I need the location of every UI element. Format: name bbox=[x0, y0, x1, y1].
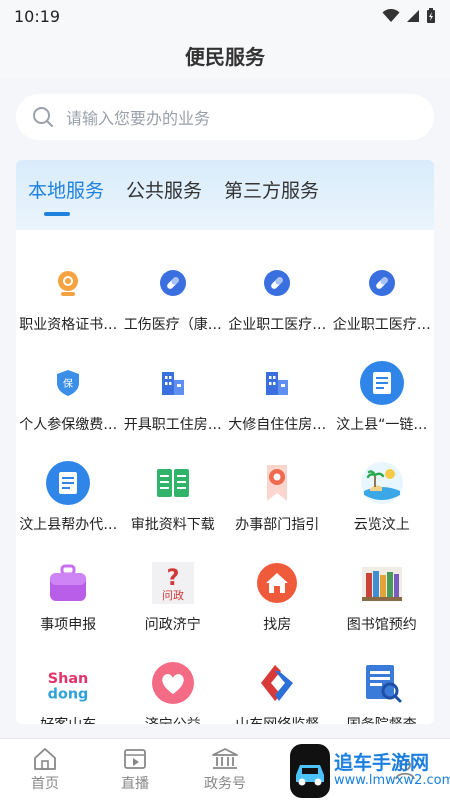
service-item[interactable]: 济宁公益 bbox=[121, 640, 226, 724]
car-logo-icon bbox=[290, 744, 330, 798]
home-icon bbox=[34, 747, 56, 770]
service-label: 个人参保缴费… bbox=[19, 417, 118, 433]
service-label: 办事部门指引 bbox=[235, 517, 320, 533]
house-icon bbox=[254, 560, 300, 606]
open-book-icon bbox=[150, 460, 196, 506]
service-label: 找房 bbox=[263, 617, 292, 633]
tab-local-services[interactable]: 本地服务 bbox=[28, 176, 104, 216]
status-icons bbox=[382, 8, 436, 24]
nav-home-label: 首页 bbox=[31, 775, 59, 792]
service-item[interactable]: 企业职工医疗… bbox=[225, 240, 330, 340]
search-icon bbox=[33, 107, 53, 127]
status-time: 10:19 bbox=[14, 6, 61, 26]
battery-icon bbox=[427, 8, 435, 23]
service-item[interactable]: 企业职工医疗… bbox=[330, 240, 435, 340]
nav-government-label: 政务号 bbox=[204, 775, 246, 792]
status-bar: 10:19 bbox=[0, 0, 450, 32]
nav-home[interactable]: 首页 bbox=[0, 739, 90, 800]
document-circle-icon bbox=[45, 460, 91, 506]
service-label: 图书馆预约 bbox=[346, 617, 417, 633]
service-item[interactable]: 办事部门指引 bbox=[225, 440, 330, 540]
service-label: 职业资格证书… bbox=[19, 317, 118, 333]
svg-text:?: ? bbox=[166, 566, 179, 591]
svg-text:dong: dong bbox=[48, 686, 89, 702]
service-item[interactable]: 汶上县“一链… bbox=[330, 340, 435, 440]
service-item[interactable]: 保 个人参保缴费… bbox=[16, 340, 121, 440]
heart-icon bbox=[150, 660, 196, 706]
service-item[interactable]: 大修自住住房… bbox=[225, 340, 330, 440]
service-label: 事项申报 bbox=[40, 617, 97, 633]
briefcase-icon bbox=[45, 560, 91, 606]
shandong-logo-icon: Shan dong bbox=[45, 660, 91, 706]
page-title: 便民服务 bbox=[185, 44, 265, 69]
svg-text:保: 保 bbox=[63, 377, 73, 390]
service-label: 汶上县“一链… bbox=[336, 417, 428, 433]
service-item[interactable]: 找房 bbox=[225, 540, 330, 640]
service-label: 国务院督查 bbox=[332, 714, 432, 724]
service-item[interactable]: ? 问政 问政济宁 bbox=[121, 540, 226, 640]
title-bar: 便民服务 bbox=[0, 32, 450, 78]
service-label: 山东网络监督 bbox=[227, 714, 327, 724]
signal-icon bbox=[407, 10, 419, 22]
medical-capsule-icon bbox=[254, 260, 300, 306]
service-item[interactable]: 职业资格证书… bbox=[16, 240, 121, 340]
services-card: 本地服务 公共服务 第三方服务 职业资格证书… 工伤医疗（康… 企业职工医疗… bbox=[16, 160, 434, 724]
nav-live-label: 直播 bbox=[121, 775, 149, 792]
ribbon-bookmark-icon bbox=[254, 460, 300, 506]
nav-government[interactable]: 政务号 bbox=[180, 739, 270, 800]
svg-text:Shan: Shan bbox=[48, 671, 88, 687]
search-placeholder: 请输入您要办的业务 bbox=[66, 109, 211, 128]
service-item[interactable]: 云览汶上 bbox=[330, 440, 435, 540]
tab-third-party-services[interactable]: 第三方服务 bbox=[224, 176, 319, 216]
service-item[interactable]: 图书馆预约 bbox=[330, 540, 435, 640]
nav-live[interactable]: 直播 bbox=[90, 739, 180, 800]
video-icon bbox=[124, 748, 146, 769]
camera-badge-icon bbox=[45, 260, 91, 306]
services-grid: 职业资格证书… 工伤医疗（康… 企业职工医疗… 企业职工医疗… 保 个人参保缴费… bbox=[16, 230, 434, 724]
wifi-icon bbox=[382, 9, 400, 22]
service-item[interactable]: 开具职工住房… bbox=[121, 340, 226, 440]
search-section: 请输入您要办的业务 bbox=[0, 78, 450, 148]
search-input[interactable]: 请输入您要办的业务 bbox=[16, 94, 434, 140]
service-label: 工伤医疗（康… bbox=[123, 317, 222, 333]
watermark-text: 追车手游网 www.lmwxw2.com bbox=[334, 753, 450, 788]
service-label: 大修自住住房… bbox=[228, 417, 327, 433]
tab-bar: 本地服务 公共服务 第三方服务 bbox=[16, 160, 434, 230]
watermark-title: 追车手游网 bbox=[334, 752, 430, 775]
service-item[interactable]: 山东网络监督 bbox=[225, 640, 330, 724]
svg-text:问政: 问政 bbox=[162, 588, 184, 602]
service-label: 问政济宁 bbox=[144, 617, 201, 633]
watermark: 追车手游网 www.lmwxw2.com bbox=[290, 742, 450, 800]
bookshelf-icon bbox=[359, 560, 405, 606]
island-scenery-icon bbox=[359, 460, 405, 506]
service-label: 企业职工医疗… bbox=[332, 317, 431, 333]
service-label: 汶上县帮办代… bbox=[19, 517, 118, 533]
network-supervision-icon bbox=[254, 660, 300, 706]
service-label: 开具职工住房… bbox=[123, 417, 222, 433]
medical-capsule-icon bbox=[359, 260, 405, 306]
government-building-icon bbox=[212, 747, 238, 769]
service-label: 企业职工医疗… bbox=[228, 317, 327, 333]
tab-public-services[interactable]: 公共服务 bbox=[126, 176, 202, 216]
service-label: 审批资料下载 bbox=[130, 517, 215, 533]
inspection-doc-icon bbox=[359, 660, 405, 706]
service-label: 济宁公益 bbox=[123, 714, 223, 724]
service-item[interactable]: 工伤医疗（康… bbox=[121, 240, 226, 340]
question-ask-icon: ? 问政 bbox=[150, 560, 196, 606]
medical-capsule-icon bbox=[150, 260, 196, 306]
service-label: 好客山东 bbox=[18, 714, 118, 724]
service-item[interactable]: 事项申报 bbox=[16, 540, 121, 640]
service-item[interactable]: Shandong 好客山东 bbox=[16, 640, 121, 724]
service-label: 云览汶上 bbox=[353, 517, 410, 533]
service-item[interactable]: 国务院督查 bbox=[330, 640, 435, 724]
building-icon bbox=[254, 360, 300, 406]
watermark-subtitle: www.lmwxw2.com bbox=[334, 773, 450, 789]
service-item[interactable]: 汶上县帮办代… bbox=[16, 440, 121, 540]
document-circle-icon bbox=[359, 360, 405, 406]
service-item[interactable]: 审批资料下载 bbox=[121, 440, 226, 540]
active-tab-indicator bbox=[44, 212, 70, 216]
insurance-shield-icon: 保 bbox=[45, 360, 91, 406]
building-icon bbox=[150, 360, 196, 406]
